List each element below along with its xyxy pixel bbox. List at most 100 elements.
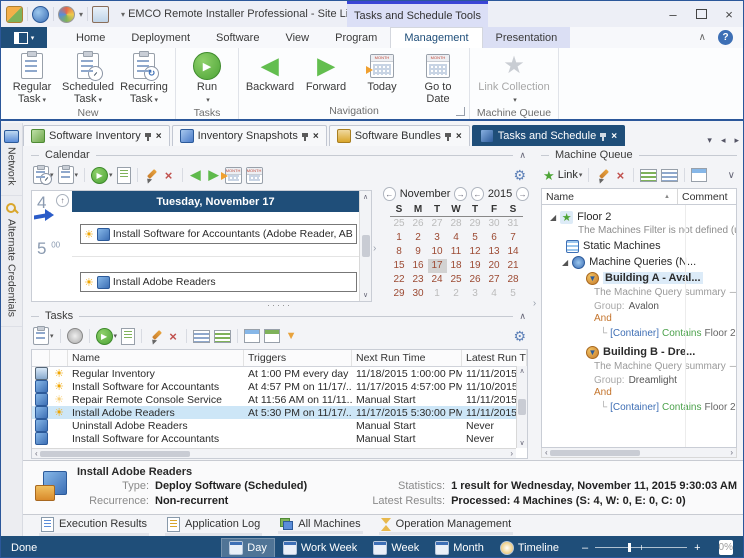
- scroll-tabs-left-icon[interactable]: ◂: [721, 135, 726, 146]
- expander-icon[interactable]: ◢: [550, 213, 556, 222]
- mini-calendar-day[interactable]: 29: [466, 217, 485, 231]
- maximize-button[interactable]: [687, 1, 715, 27]
- mini-calendar-day[interactable]: 12: [466, 245, 485, 259]
- appointment[interactable]: ☀ Install Adobe Readers: [80, 272, 357, 292]
- link-button[interactable]: ★ Link▾: [543, 167, 582, 183]
- backward-icon[interactable]: ◀: [189, 167, 203, 183]
- new-task-icon[interactable]: ▾: [33, 328, 54, 344]
- latest-run-column-header[interactable]: Latest Run Time: [462, 350, 527, 366]
- new-scheduled-task-icon[interactable]: ▾: [33, 167, 54, 183]
- backward-button[interactable]: ◀ Backward: [242, 50, 298, 93]
- scroll-tabs-right-icon[interactable]: ▸: [734, 135, 739, 146]
- zoom-in-icon[interactable]: +: [694, 542, 700, 554]
- mini-calendar-day[interactable]: 24: [428, 273, 447, 287]
- forward-icon[interactable]: ▶: [207, 167, 221, 183]
- column-chooser-icon[interactable]: [264, 328, 280, 344]
- appointment[interactable]: ☀ Install Software for Accountants (Adob…: [80, 224, 357, 244]
- delete-icon[interactable]: ×: [162, 167, 176, 183]
- theme-palette-icon[interactable]: [58, 6, 75, 23]
- mini-calendar-day[interactable]: 4: [447, 231, 466, 245]
- list-view-icon[interactable]: [193, 328, 210, 344]
- scroll-up-icon[interactable]: ∧: [363, 193, 368, 201]
- mini-calendar-day[interactable]: 9: [409, 245, 428, 259]
- close-button[interactable]: ×: [715, 1, 743, 27]
- scroll-left-icon[interactable]: ‹: [545, 448, 548, 457]
- mini-calendar-day[interactable]: 28: [504, 273, 523, 287]
- machine-queue-column-headers[interactable]: Name▲ Comment: [541, 188, 737, 205]
- pin-icon[interactable]: [600, 132, 607, 141]
- mini-calendar-day[interactable]: 30: [409, 287, 428, 301]
- collapse-ribbon-icon[interactable]: ∧: [699, 32, 706, 43]
- mini-calendar-day[interactable]: 31: [504, 217, 523, 231]
- ribbon-tab-view[interactable]: View: [272, 27, 322, 48]
- expand-panel-icon[interactable]: ›: [533, 298, 536, 309]
- task-row[interactable]: ☀ Repair Remote Console Service At 11:56…: [32, 393, 527, 406]
- view-week-button[interactable]: Week: [366, 539, 426, 557]
- mini-calendar-day[interactable]: 29: [390, 287, 409, 301]
- mini-calendar-day[interactable]: 25: [447, 273, 466, 287]
- ribbon-tab-deployment[interactable]: Deployment: [118, 27, 203, 48]
- tree-item-floor2[interactable]: ◢ ★ Floor 2: [542, 209, 736, 225]
- close-tab-icon[interactable]: ×: [156, 131, 162, 142]
- mini-calendar-day[interactable]: 15: [390, 259, 409, 273]
- edit-icon[interactable]: [148, 328, 162, 344]
- mini-calendar-day[interactable]: 1: [428, 287, 447, 301]
- tree-item-machine-queries[interactable]: ◢ Machine Queries (N...: [542, 254, 736, 270]
- mini-calendar-day[interactable]: 7: [504, 231, 523, 245]
- mini-calendar-day[interactable]: 30: [485, 217, 504, 231]
- doc-tab-software-inventory[interactable]: Software Inventory ×: [23, 125, 170, 146]
- calendar-settings-gear-icon[interactable]: ⚙: [513, 167, 526, 184]
- name-column-header[interactable]: Name: [68, 350, 244, 366]
- mini-calendar-day[interactable]: 5: [504, 287, 523, 301]
- tasks-settings-gear-icon[interactable]: ⚙: [513, 328, 526, 345]
- mini-calendar-day[interactable]: 3: [428, 231, 447, 245]
- network-globe-icon[interactable]: [32, 6, 49, 23]
- mini-calendar-day[interactable]: 21: [504, 259, 523, 273]
- machine-queue-horizontal-scrollbar[interactable]: ‹ ›: [541, 448, 737, 458]
- palette-dropdown-icon[interactable]: ▾: [79, 10, 83, 19]
- edit-icon[interactable]: [144, 167, 158, 183]
- comment-column-header[interactable]: Comment: [677, 189, 736, 204]
- calendar-vertical-scrollbar[interactable]: ∧ ∨: [359, 191, 371, 301]
- next-year-icon[interactable]: →: [516, 187, 529, 201]
- run-task-icon[interactable]: ▶▾: [96, 328, 118, 344]
- scrollbar-thumb[interactable]: [550, 450, 640, 456]
- tab-execution-results[interactable]: Execution Results: [39, 516, 149, 536]
- mini-calendar-day[interactable]: 5: [466, 231, 485, 245]
- mini-calendar-day[interactable]: 10: [428, 245, 447, 259]
- today-button[interactable]: Today: [354, 50, 410, 93]
- detail-view-icon[interactable]: [214, 328, 231, 344]
- scroll-left-icon[interactable]: ‹: [35, 449, 38, 458]
- mini-calendar-day[interactable]: 8: [390, 245, 409, 259]
- doc-tab-inventory-snapshots[interactable]: Inventory Snapshots ×: [172, 125, 327, 146]
- dialog-launcher-icon[interactable]: [456, 107, 465, 116]
- triggers-column-header[interactable]: Triggers: [244, 350, 352, 366]
- doc-tab-tasks-and-schedule[interactable]: Tasks and Schedule ×: [472, 125, 625, 146]
- scroll-up-icon[interactable]: ∧: [519, 367, 524, 375]
- tasks-table-header[interactable]: Name Triggers Next Run Time Latest Run T…: [32, 350, 527, 367]
- mini-calendar-day[interactable]: 1: [390, 231, 409, 245]
- tasks-vertical-scrollbar[interactable]: ∧ ∨: [516, 366, 527, 448]
- doc-tab-software-bundles[interactable]: Software Bundles ×: [329, 125, 470, 146]
- scroll-right-icon[interactable]: ›: [730, 448, 733, 457]
- mini-calendar-day[interactable]: 27: [485, 273, 504, 287]
- tree-item-building-a[interactable]: ▼ Building A - Aval...: [542, 270, 736, 286]
- tree-item-building-b[interactable]: ▼ Building B - Dre...: [542, 344, 736, 360]
- ribbon-tab-presentation[interactable]: Presentation: [483, 27, 571, 48]
- new-recurring-task-icon[interactable]: ▾: [58, 167, 79, 183]
- mini-calendar-day[interactable]: 3: [466, 287, 485, 301]
- task-row[interactable]: Uninstall Adobe Readers Manual Start Nev…: [32, 419, 527, 432]
- view-timeline-button[interactable]: Timeline: [493, 539, 566, 557]
- close-tab-icon[interactable]: ×: [313, 131, 319, 142]
- prev-year-icon[interactable]: ←: [471, 187, 484, 201]
- zoom-thumb[interactable]: [628, 543, 631, 552]
- collapse-tasks-icon[interactable]: ∧: [519, 311, 528, 322]
- tab-operation-management[interactable]: Operation Management: [379, 517, 514, 535]
- mini-calendar-day-selected[interactable]: 17: [428, 259, 447, 273]
- ribbon-tab-program[interactable]: Program: [322, 27, 390, 48]
- task-row-selected[interactable]: ☀ Install Adobe Readers At 5:30 PM on 11…: [32, 406, 527, 419]
- view-day-button[interactable]: Day: [222, 539, 274, 557]
- tab-application-log[interactable]: Application Log: [165, 516, 262, 536]
- tree-item-static-machines[interactable]: Static Machines: [542, 238, 736, 254]
- delete-icon[interactable]: ×: [613, 167, 627, 183]
